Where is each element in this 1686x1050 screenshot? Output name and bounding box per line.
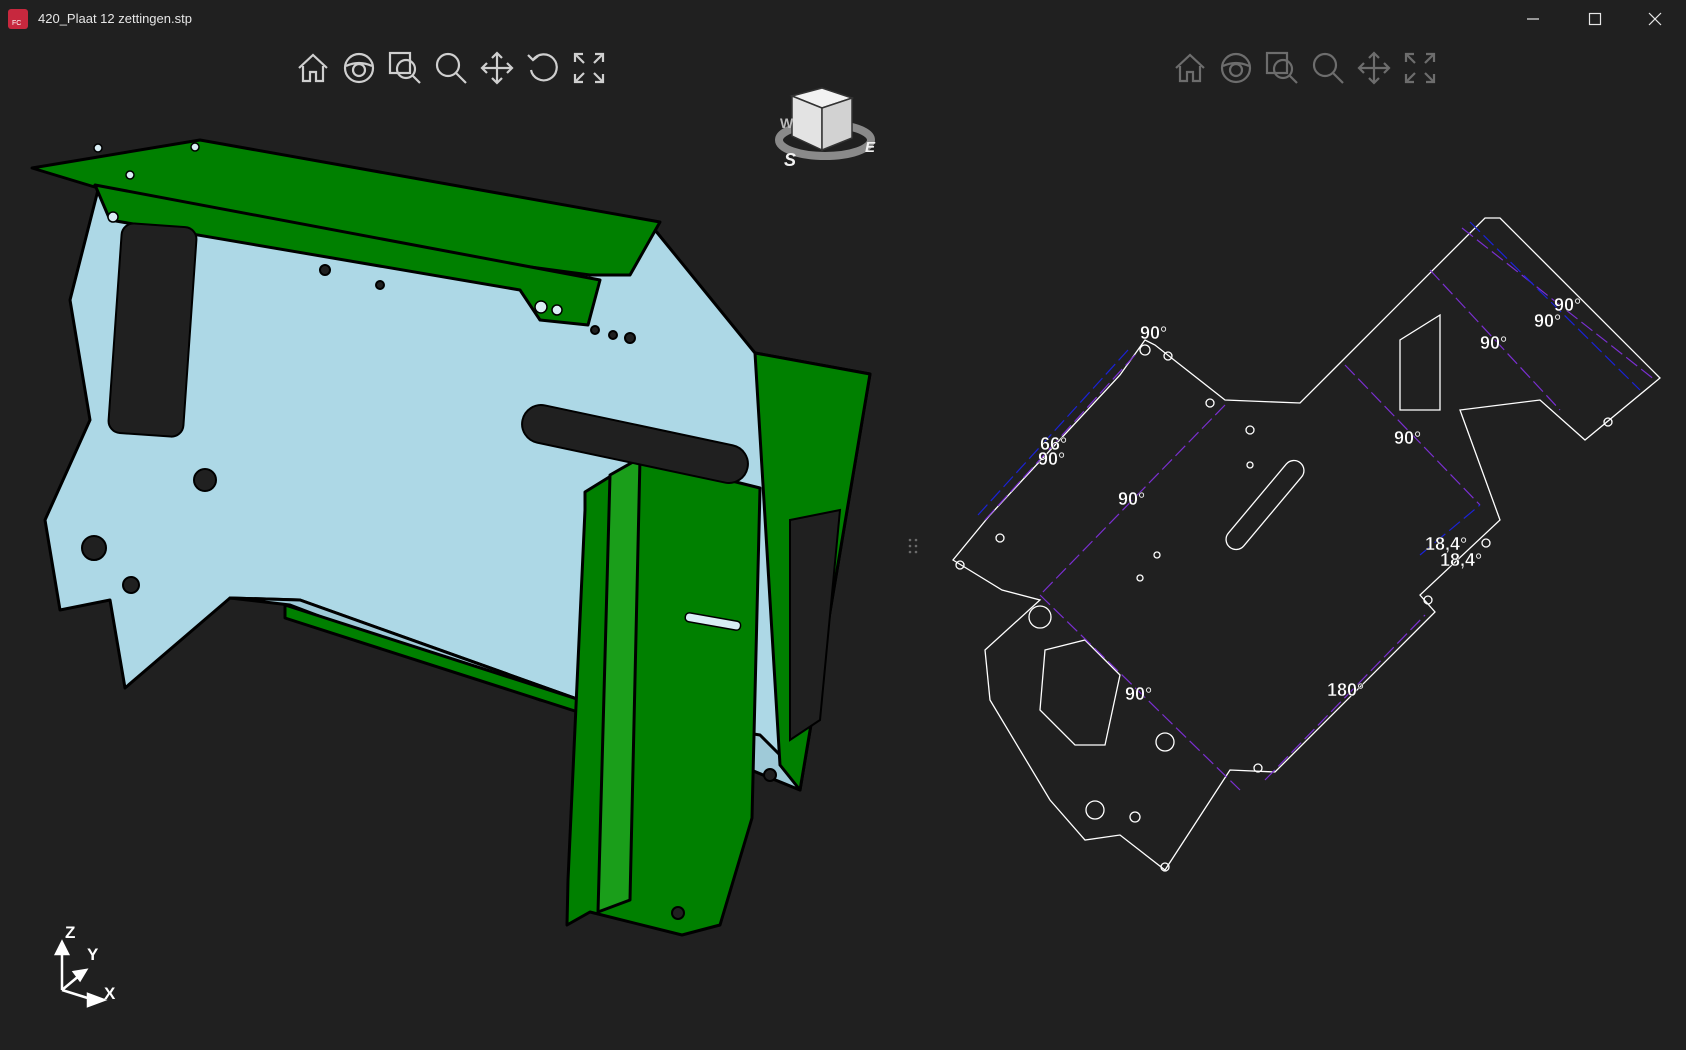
viewport-3d[interactable] xyxy=(0,38,910,1050)
outline-hole xyxy=(995,533,1005,543)
panel-hole xyxy=(319,264,331,276)
outline-hole xyxy=(1085,800,1105,820)
flange-hole xyxy=(551,304,563,316)
panel-hole xyxy=(81,535,107,561)
title-bar: FC 420_Plaat 12 zettingen.stp xyxy=(0,0,1686,38)
outline-hole xyxy=(1153,551,1161,559)
maximize-button[interactable] xyxy=(1564,0,1626,38)
outline-hole xyxy=(1246,461,1254,469)
viewport-unfolded[interactable]: 90° 90° 90° 90° 66° 90° 90° 90° 18,4° 18… xyxy=(920,38,1686,1050)
bend-label: 90° xyxy=(1534,311,1561,331)
x-axis-arrow xyxy=(86,992,108,1008)
panel-cutout-large xyxy=(107,222,198,438)
axis-triad: Z Y X xyxy=(44,920,134,1010)
flange-hole xyxy=(125,170,135,180)
side-cutout xyxy=(789,508,842,742)
maximize-icon xyxy=(1588,12,1602,26)
outline-hole xyxy=(1603,417,1613,427)
outline-hole xyxy=(1136,574,1144,582)
bend-label: 90° xyxy=(1480,333,1507,353)
panel-hole xyxy=(624,332,636,344)
bend-label: 180° xyxy=(1327,680,1364,700)
outline-hole xyxy=(1028,605,1052,629)
panel-hole xyxy=(590,325,600,335)
panel-hole xyxy=(763,768,777,782)
bend-label: 90° xyxy=(1394,428,1421,448)
bend-label: 18,4° xyxy=(1440,550,1482,570)
outline-hole xyxy=(1129,811,1141,823)
outline-hole xyxy=(1155,732,1175,752)
viewport-splitter-handle[interactable] xyxy=(907,537,919,555)
bend-label: 90° xyxy=(1038,449,1065,469)
panel-hole xyxy=(122,576,140,594)
flange-hole xyxy=(190,142,200,152)
sheet-metal-3d-model[interactable] xyxy=(0,38,910,1050)
outline-hole xyxy=(1139,344,1151,356)
y-axis-label: Y xyxy=(87,945,99,964)
outline-hole xyxy=(1205,398,1215,408)
front-flange xyxy=(565,456,762,937)
z-axis-arrow xyxy=(53,939,71,956)
flange-hole xyxy=(93,143,103,153)
flange-hole xyxy=(671,906,685,920)
freecad-app-icon: FC xyxy=(8,9,28,29)
flange-hole xyxy=(107,211,119,223)
outline-slot xyxy=(1225,459,1305,551)
close-icon xyxy=(1648,12,1662,26)
svg-text:FC: FC xyxy=(12,20,21,27)
outline-cutout xyxy=(1399,313,1441,411)
minimize-icon xyxy=(1527,18,1539,20)
bend-label: 90° xyxy=(1140,323,1167,343)
unfolded-sheet-drawing[interactable]: 90° 90° 90° 90° 66° 90° 90° 90° 18,4° 18… xyxy=(920,38,1686,1050)
x-axis-label: X xyxy=(104,984,116,1003)
window-title: 420_Plaat 12 zettingen.stp xyxy=(38,11,192,26)
outline-cutout xyxy=(1039,639,1121,746)
outline-hole xyxy=(1245,425,1255,435)
bend-label: 90° xyxy=(1118,489,1145,509)
flange-hole xyxy=(534,300,548,314)
close-button[interactable] xyxy=(1624,0,1686,38)
z-axis-label: Z xyxy=(65,923,75,942)
minimize-button[interactable] xyxy=(1502,0,1564,38)
bend-label: 90° xyxy=(1125,684,1152,704)
panel-hole xyxy=(375,280,385,290)
panel-hole xyxy=(193,468,217,492)
outline-hole xyxy=(1481,538,1491,548)
panel-hole xyxy=(608,330,618,340)
